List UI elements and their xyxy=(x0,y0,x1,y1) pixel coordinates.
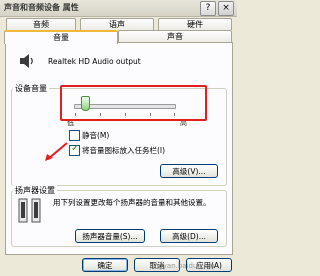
speaker-settings-description: 用下列设置更改每个扬声器的音量和其他设置。 xyxy=(53,198,211,207)
ok-button[interactable]: 确定 xyxy=(82,258,128,272)
device-name: Realtek HD Audio output xyxy=(48,57,141,66)
mute-checkbox[interactable] xyxy=(69,130,80,141)
tab-sounds[interactable]: 声音 xyxy=(118,30,232,42)
check-mark-icon: ✓ xyxy=(71,143,80,154)
speaker-advanced-button[interactable]: 高级(D)... xyxy=(160,229,218,243)
tab-row-top: 音频 语声 硬件 xyxy=(2,18,235,30)
highlight-box xyxy=(60,85,207,121)
red-arrow-annotation xyxy=(45,142,68,161)
speakers-icon xyxy=(18,198,41,223)
speaker-icon xyxy=(20,54,33,68)
tab-audio[interactable]: 音频 xyxy=(6,18,76,30)
tab-voice[interactable]: 语声 xyxy=(80,18,154,30)
speaker-settings-legend: 扬声器设置 xyxy=(13,185,57,196)
mute-label: 静音(M) xyxy=(82,131,110,140)
device-volume-legend: 设备音量 xyxy=(13,83,49,94)
help-button[interactable]: ? xyxy=(200,1,216,16)
title-bar: 声音和音频设备 属性 ? × xyxy=(0,0,237,17)
tray-icon-checkbox[interactable]: ✓ xyxy=(69,143,80,156)
tray-icon-label: 将音量图标放入任务栏(I) xyxy=(82,146,166,155)
speaker-volume-button[interactable]: 扬声器音量(S)... xyxy=(75,229,145,243)
device-advanced-button[interactable]: 高级(V)... xyxy=(160,164,218,178)
tab-hardware[interactable]: 硬件 xyxy=(158,18,232,30)
close-button[interactable]: × xyxy=(218,1,234,16)
watermark-text: jingyan.baidu.com xyxy=(150,262,215,270)
tab-row-bottom: 音量 声音 xyxy=(2,30,235,44)
window-title: 声音和音频设备 属性 xyxy=(4,3,79,12)
tab-volume[interactable]: 音量 xyxy=(4,30,118,44)
